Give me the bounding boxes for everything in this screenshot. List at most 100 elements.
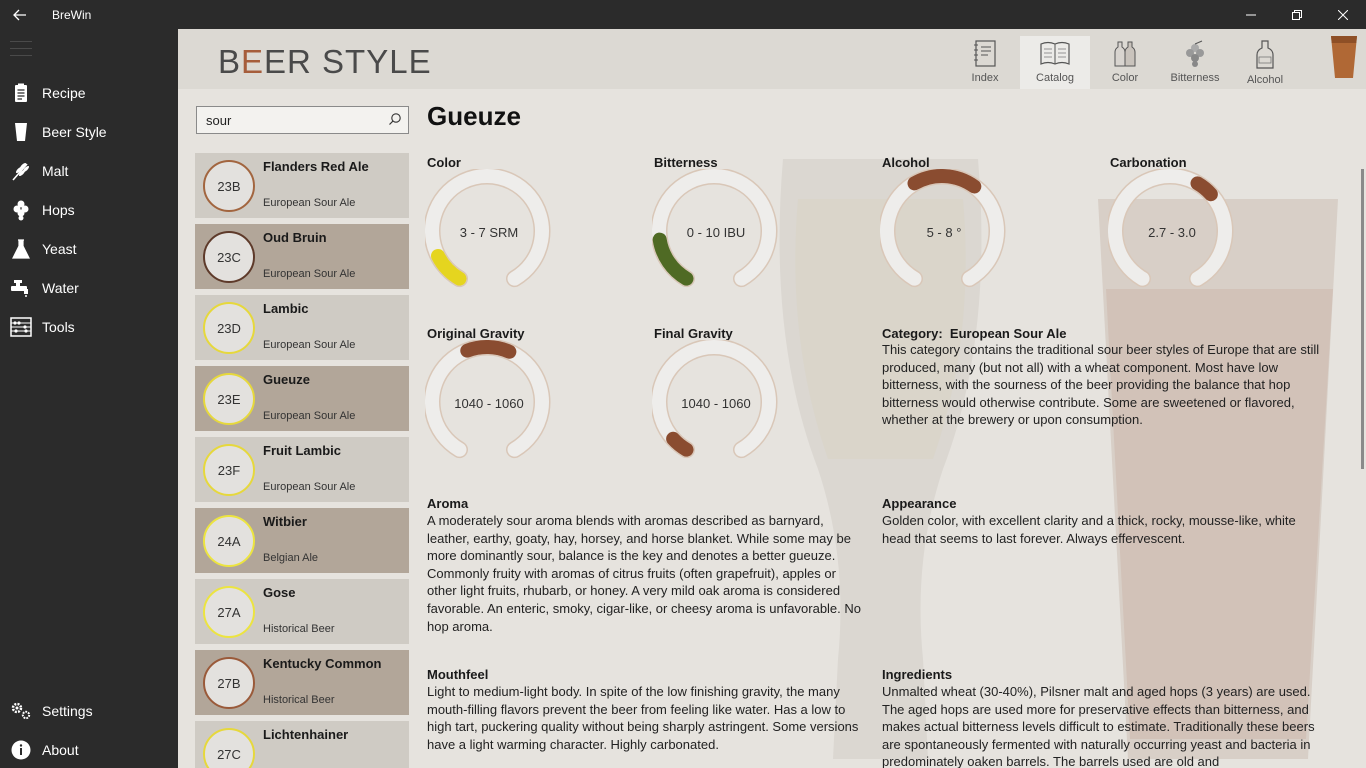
gauge-bitterness: Bitterness 0 - 10 IBU	[652, 155, 834, 305]
gauge-range-segment	[907, 169, 982, 194]
search-input[interactable]	[197, 112, 377, 128]
close-icon	[1338, 9, 1348, 20]
nav-item-beer-style[interactable]: Beer Style	[0, 112, 178, 151]
style-code-badge: 23F	[203, 444, 255, 496]
nav-label: Yeast	[42, 240, 77, 257]
style-category: Historical Beer	[263, 694, 335, 706]
style-code-badge: 23E	[203, 373, 255, 425]
gauge-color: Color 3 - 7 SRM	[425, 155, 607, 305]
page-header: BEER STYLE Index Catalog Color Bitternes…	[178, 29, 1366, 89]
tab-catalog[interactable]: Catalog	[1020, 36, 1090, 89]
nav-item-yeast[interactable]: Yeast	[0, 229, 178, 268]
tab-bitterness[interactable]: Bitterness	[1160, 36, 1230, 89]
nav-item-tools[interactable]: Tools	[0, 307, 178, 346]
nav-item-recipe[interactable]: Recipe	[0, 73, 178, 112]
list-item[interactable]: 23F Fruit Lambic European Sour Ale	[195, 437, 409, 502]
nav-label: Hops	[42, 201, 75, 218]
style-code-badge: 23D	[203, 302, 255, 354]
maximize-button[interactable]	[1274, 0, 1320, 29]
list-item[interactable]: 23D Lambic European Sour Ale	[195, 295, 409, 360]
nav-item-about[interactable]: About	[0, 730, 178, 768]
sidebar: Recipe Beer Style Malt Hops Yeast Water …	[0, 29, 178, 768]
tab-index[interactable]: Index	[950, 36, 1020, 89]
flask-icon	[0, 238, 42, 259]
faucet-icon	[0, 279, 42, 297]
scrollbar[interactable]	[1361, 169, 1364, 469]
restore-icon	[1292, 9, 1302, 20]
main-content: BEER STYLE Index Catalog Color Bitternes…	[178, 29, 1366, 768]
list-item[interactable]: 24A Witbier Belgian Ale	[195, 508, 409, 573]
aroma-heading: Aroma	[427, 496, 469, 511]
gauge-original-gravity: Original Gravity 1040 - 1060	[425, 326, 607, 476]
beer-glass-icon	[1331, 36, 1357, 78]
ingredients-section: Ingredients Unmalted wheat (30-40%), Pil…	[882, 667, 1322, 768]
list-item[interactable]: 23E Gueuze European Sour Ale	[195, 366, 409, 431]
style-category: European Sour Ale	[263, 339, 356, 351]
nav-label: Malt	[42, 162, 69, 179]
ingredients-heading: Ingredients	[882, 667, 953, 682]
style-code-badge: 27A	[203, 586, 255, 638]
style-code-badge: 23B	[203, 160, 255, 212]
back-arrow-icon	[13, 9, 26, 20]
style-name: Kentucky Common	[263, 656, 382, 671]
gauge-final-gravity: Final Gravity 1040 - 1060	[652, 326, 834, 476]
gauge-range-segment	[666, 431, 694, 457]
style-name: Gueuze	[263, 372, 310, 387]
nav-item-water[interactable]: Water	[0, 268, 178, 307]
style-code-badge: 27C	[203, 728, 255, 768]
app-title: BreWin	[52, 7, 92, 22]
aroma-section: Aroma A moderately sour aroma blends wit…	[427, 496, 867, 635]
style-category: European Sour Ale	[263, 268, 356, 280]
hop-icon	[0, 199, 42, 221]
gauge-alcohol: Alcohol 5 - 8 °	[880, 155, 1062, 305]
appearance-text: Golden color, with excellent clarity and…	[882, 513, 1296, 546]
open-book-icon	[1040, 41, 1070, 65]
style-name: Oud Bruin	[263, 230, 327, 245]
abacus-icon	[0, 316, 42, 337]
list-item[interactable]: 27A Gose Historical Beer	[195, 579, 409, 644]
list-item[interactable]: 23C Oud Bruin European Sour Ale	[195, 224, 409, 289]
info-icon	[0, 740, 42, 760]
list-item[interactable]: 27C Lichtenhainer	[195, 721, 409, 768]
nav-item-hops[interactable]: Hops	[0, 190, 178, 229]
style-name: Fruit Lambic	[263, 443, 342, 458]
gauge-range-segment	[1190, 176, 1218, 202]
hop-cone-icon	[1186, 40, 1204, 67]
ingredients-text: Unmalted wheat (30-40%), Pilsner malt an…	[882, 684, 1315, 768]
category-section: Category: European Sour Ale This categor…	[882, 326, 1322, 429]
minimize-button[interactable]	[1228, 0, 1274, 29]
page-title: BEER STYLE	[218, 43, 432, 80]
nav-item-settings[interactable]: Settings	[0, 691, 178, 730]
aroma-text: A moderately sour aroma blends with arom…	[427, 513, 862, 634]
back-button[interactable]	[0, 0, 40, 29]
gauge-range-segment	[460, 340, 517, 359]
search-icon[interactable]	[388, 112, 402, 131]
clipboard-icon	[0, 83, 42, 103]
nav-label: About	[42, 741, 79, 758]
nav-label: Settings	[42, 702, 93, 719]
tab-alcohol[interactable]: Alcohol	[1230, 36, 1300, 89]
nav-label: Tools	[42, 318, 75, 335]
style-name: Witbier	[263, 514, 307, 529]
style-code-badge: 23C	[203, 231, 255, 283]
hamburger-menu-icon[interactable]	[10, 41, 32, 59]
style-name: Gose	[263, 585, 296, 600]
search-box[interactable]	[196, 106, 409, 134]
nav-item-malt[interactable]: Malt	[0, 151, 178, 190]
gear-icon	[0, 701, 42, 721]
tab-color[interactable]: Color	[1090, 36, 1160, 89]
view-tabs: Index Catalog Color Bitterness Alcohol	[950, 36, 1300, 89]
list-item[interactable]: 27B Kentucky Common Historical Beer	[195, 650, 409, 715]
list-item[interactable]: 23B Flanders Red Ale European Sour Ale	[195, 153, 409, 218]
appearance-heading: Appearance	[882, 496, 957, 511]
style-name: Lambic	[263, 301, 309, 316]
bottle-icon	[1256, 40, 1274, 69]
category-heading: Category: European Sour Ale	[882, 326, 1067, 341]
close-button[interactable]	[1320, 0, 1366, 29]
style-category: European Sour Ale	[263, 197, 356, 209]
nav-label: Beer Style	[42, 123, 107, 140]
style-code-badge: 24A	[203, 515, 255, 567]
gauge-carbonation: Carbonation 2.7 - 3.0	[1108, 155, 1290, 305]
category-description: This category contains the traditional s…	[882, 342, 1320, 428]
style-name: Lichtenhainer	[263, 727, 349, 742]
